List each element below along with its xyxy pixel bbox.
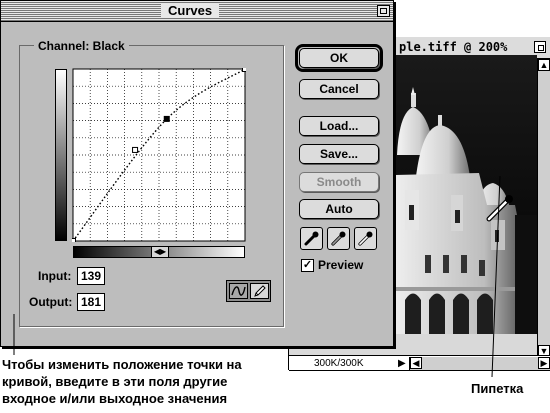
curve-point[interactable] [72,238,76,243]
scroll-up-icon[interactable]: ▲ [538,59,550,71]
document-size-readout: 300K/300K [314,358,364,369]
black-eyedropper-button[interactable] [300,227,323,250]
output-field[interactable]: 181 [77,293,105,311]
document-title: ple.tiff @ 200% [399,40,508,54]
input-field[interactable]: 139 [77,267,105,285]
dialog-title: Curves [161,3,220,18]
scroll-right-icon[interactable]: ▶ [538,357,550,369]
curve-tool-button[interactable] [229,283,248,299]
eyedropper-caption: Пипетка [471,381,524,396]
eyedropper-gray-icon [331,231,346,246]
document-zoom-box[interactable] [534,41,546,53]
status-menu-arrow-icon[interactable]: ▶ [398,356,408,371]
preview-label[interactable]: Preview [318,258,363,272]
scroll-left-icon[interactable]: ◀ [410,357,422,369]
caption-line: кривой, введите в эти поля другие [2,374,228,389]
auto-button[interactable]: Auto [299,199,379,219]
gradient-toggle-icon[interactable]: ◀▶ [151,246,169,258]
curve-icon [231,286,246,296]
horizontal-scrollbar[interactable]: ◀ ▶ [409,357,550,370]
curve-point[interactable] [132,146,139,153]
pencil-icon [254,285,266,297]
curve-point[interactable] [242,68,247,72]
ok-button[interactable]: OK [299,48,379,68]
preview-checkbox[interactable]: ✓ [301,259,314,272]
load-button[interactable]: Load... [299,116,379,136]
caption-line: Чтобы изменить положение точки на [2,357,242,372]
eyedropper-black-icon [304,231,319,246]
dialog-titlebar[interactable]: Curves [1,1,393,22]
smooth-button[interactable]: Smooth [299,172,379,192]
input-label: Input: [38,269,72,283]
sacre-coeur-photo [395,55,537,334]
status-bar: 300K/300K ▶ ◀ ▶ [289,355,550,371]
curve-tool-group [226,280,271,302]
gray-eyedropper-button[interactable] [327,227,350,250]
save-button[interactable]: Save... [299,144,379,164]
dialog-zoom-box[interactable] [377,5,390,17]
pencil-tool-button[interactable] [250,283,269,299]
caption-line: входное и/или выходное значения [2,391,228,406]
output-label: Output: [29,295,73,309]
curves-dialog: Curves Channel: Black ◀▶ Input: 139 Outp… [0,0,394,347]
curve-graph[interactable] [72,68,246,242]
vertical-scrollbar[interactable]: ▲ ▼ [537,59,550,357]
channel-label: Channel: Black [34,39,129,53]
cancel-button[interactable]: Cancel [299,79,379,99]
eyedropper-white-icon [358,231,373,246]
white-eyedropper-button[interactable] [354,227,377,250]
selected-curve-point[interactable] [163,115,170,122]
output-gradient-bar [55,69,67,241]
